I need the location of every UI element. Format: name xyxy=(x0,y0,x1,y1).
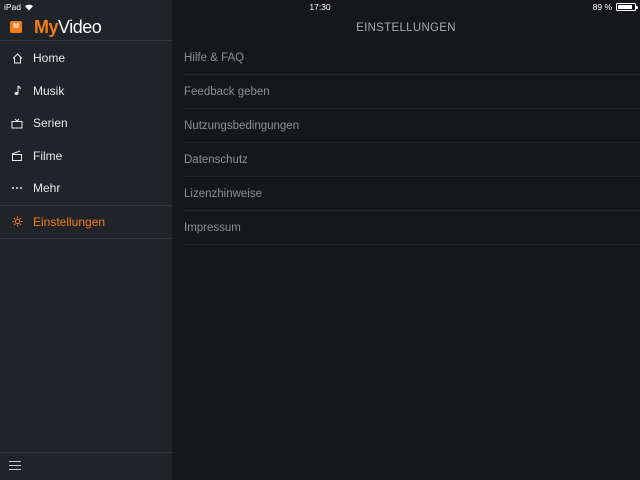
sidebar-footer xyxy=(0,452,172,480)
sidebar-item-label: Einstellungen xyxy=(33,214,106,229)
sidebar-item-serien[interactable]: Serien xyxy=(0,107,172,140)
sidebar-item-mehr[interactable]: Mehr xyxy=(0,172,172,205)
settings-item-impressum[interactable]: Impressum xyxy=(184,211,640,245)
sidebar-item-label: Musik xyxy=(33,83,65,98)
home-icon xyxy=(11,52,23,64)
app-logo-icon: M xyxy=(10,21,22,33)
settings-item-lizenzhinweise[interactable]: Lizenzhinweise xyxy=(184,177,640,211)
tv-icon xyxy=(11,117,23,129)
sidebar-header: M MyVideo xyxy=(0,13,172,41)
sidebar-item-label: Serien xyxy=(33,116,68,131)
status-right: 89 % xyxy=(592,2,638,12)
sidebar: M MyVideo Home Musik Serien Filme Mehr E… xyxy=(0,0,172,480)
more-dots-icon xyxy=(11,182,23,194)
page-title: EINSTELLUNGEN xyxy=(356,22,456,34)
sidebar-item-filme[interactable]: Filme xyxy=(0,140,172,173)
hamburger-menu-icon[interactable] xyxy=(9,461,21,471)
sidebar-item-label: Home xyxy=(33,51,66,66)
settings-item-feedback[interactable]: Feedback geben xyxy=(184,75,640,109)
battery-level-fill xyxy=(618,5,633,9)
main-content: EINSTELLUNGEN Hilfe & FAQ Feedback geben… xyxy=(172,0,640,480)
settings-item-hilfe-faq[interactable]: Hilfe & FAQ xyxy=(184,41,640,75)
sidebar-item-musik[interactable]: Musik xyxy=(0,75,172,108)
app-logo[interactable]: MyVideo xyxy=(34,16,102,38)
sidebar-item-label: Filme xyxy=(33,148,63,163)
status-bar: iPad 17:30 89 % xyxy=(0,0,640,13)
battery-percent: 89 % xyxy=(592,2,612,12)
film-clapper-icon xyxy=(11,150,23,162)
gear-icon xyxy=(11,216,23,228)
sidebar-item-einstellungen[interactable]: Einstellungen xyxy=(0,206,172,239)
logo-text-my: My xyxy=(34,17,59,37)
music-note-icon xyxy=(11,85,23,97)
sidebar-item-label: Mehr xyxy=(33,181,61,196)
settings-item-datenschutz[interactable]: Datenschutz xyxy=(184,143,640,177)
settings-item-nutzungsbedingungen[interactable]: Nutzungsbedingungen xyxy=(184,109,640,143)
status-time: 17:30 xyxy=(309,2,331,12)
battery-icon xyxy=(616,3,638,11)
sidebar-nav: Home Musik Serien Filme Mehr Einstellung… xyxy=(0,42,172,239)
sidebar-item-home[interactable]: Home xyxy=(0,42,172,75)
settings-list: Hilfe & FAQ Feedback geben Nutzungsbedin… xyxy=(184,41,640,245)
logo-text-video: Video xyxy=(58,17,102,37)
sidebar-divider xyxy=(0,238,172,239)
